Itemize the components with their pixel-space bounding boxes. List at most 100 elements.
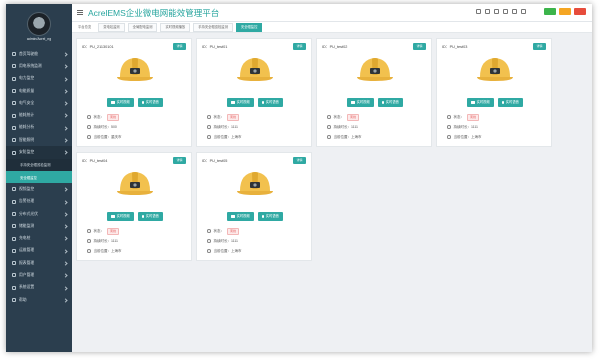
sidebar-item[interactable]: 智能照明: [6, 134, 72, 146]
chevron-icon: [63, 224, 68, 229]
duration-value: 1111: [231, 125, 239, 129]
live-video-button[interactable]: 实时视频: [467, 98, 494, 107]
tab[interactable]: 全局配电监测: [127, 22, 158, 32]
device-id: ID：PU_test04: [82, 159, 108, 163]
live-video-button[interactable]: 实时视频: [107, 98, 134, 107]
sidebar-item[interactable]: 手持安全帽巡检监测: [6, 158, 72, 171]
live-voice-button[interactable]: 实时语音: [257, 98, 283, 107]
tab[interactable]: 实时视频播放: [160, 22, 191, 32]
sidebar-item[interactable]: 能耗分析: [6, 122, 72, 134]
details-button[interactable]: 详情: [173, 157, 186, 164]
live-voice-button[interactable]: 实时语音: [257, 212, 283, 221]
sidebar-item[interactable]: 运维管理: [6, 245, 72, 257]
location-value: 上海市: [111, 248, 122, 253]
clock-icon: [87, 239, 91, 243]
sidebar-item[interactable]: 系统设置: [6, 282, 72, 294]
help-icon: [12, 298, 16, 303]
sidebar-item[interactable]: 安全帽监控: [6, 170, 72, 184]
chevron-icon: [63, 298, 68, 303]
sidebar-item-label: 智能照明: [19, 137, 35, 142]
avatar[interactable]: [27, 12, 51, 36]
tab[interactable]: 平台总览: [78, 24, 95, 31]
details-button[interactable]: 详情: [293, 43, 306, 50]
menu-toggle-icon[interactable]: [77, 10, 83, 16]
tab[interactable]: 变电站监测: [98, 22, 125, 32]
device-id: ID：PU_test05: [202, 159, 228, 163]
video-icon: [12, 187, 16, 192]
bolt-icon: [12, 76, 16, 81]
tab[interactable]: 手持安全帽巡检监测: [193, 22, 233, 32]
sidebar-item[interactable]: 首页驾驶舱: [6, 48, 72, 60]
alarm-icon: [12, 199, 16, 204]
sidebar-item-label: 能耗分析: [19, 125, 35, 130]
duration-value: 1111: [231, 239, 239, 243]
shirt-icon[interactable]: [521, 9, 526, 14]
fullscreen-icon[interactable]: [503, 9, 508, 14]
helmet-card: ID：PU_test02 详情 实时视频 实时语音 状态： 离线 持续时长： 1…: [316, 38, 432, 147]
tab[interactable]: 安全帽监控: [235, 22, 263, 32]
charger-icon: [12, 236, 16, 241]
details-button[interactable]: 详情: [173, 43, 186, 50]
device-id: ID：PU_test03: [442, 45, 468, 49]
sidebar-item[interactable]: 分布式光伏: [6, 208, 72, 220]
sidebar-item[interactable]: 电力监控: [6, 73, 72, 85]
live-voice-label: 实时语音: [145, 100, 159, 104]
sidebar-item[interactable]: 储能监测: [6, 220, 72, 232]
live-video-button[interactable]: 实时视频: [347, 98, 374, 107]
location-row: 当前位置： 重庆市: [87, 132, 122, 142]
duration-value: 500: [111, 125, 117, 129]
sidebar-item[interactable]: 视频监控: [6, 183, 72, 195]
sidebar-item[interactable]: 电气安全: [6, 97, 72, 109]
shield-icon: [12, 101, 16, 106]
live-voice-button[interactable]: 实时语音: [137, 98, 163, 107]
status-badge-orange[interactable]: [559, 8, 571, 15]
status-label: 状态：: [93, 114, 105, 119]
live-voice-label: 实时语音: [385, 100, 399, 104]
sidebar-item[interactable]: 能耗统计: [6, 109, 72, 121]
camera-icon: [12, 150, 16, 155]
location-value: 上海市: [471, 134, 482, 139]
live-video-button[interactable]: 实时视频: [107, 212, 134, 221]
helmet-camera-icon: [355, 55, 395, 87]
sidebar-item[interactable]: 安防监控: [6, 146, 72, 159]
chevron-icon: [63, 273, 68, 278]
details-button[interactable]: 详情: [533, 43, 546, 50]
status-badge-red[interactable]: [574, 8, 586, 15]
chevron-icon: [63, 212, 68, 217]
chevron-icon: [63, 286, 68, 291]
card-actions: 实时视频 实时语音: [197, 98, 313, 107]
sidebar-item[interactable]: 帮助: [6, 294, 72, 306]
live-video-button[interactable]: 实时视频: [227, 212, 254, 221]
refresh-icon[interactable]: [494, 9, 499, 14]
tab-bar: 平台总览 变电站监测 全局配电监测 实时视频播放 手持安全帽巡检监测 安全帽监控: [72, 22, 592, 33]
search-icon[interactable]: [485, 9, 490, 14]
sidebar-item[interactable]: 报表管理: [6, 257, 72, 269]
location-value: 上海市: [231, 248, 242, 253]
live-voice-button[interactable]: 实时语音: [137, 212, 163, 221]
details-button[interactable]: 详情: [293, 157, 306, 164]
sidebar-item[interactable]: 电能质量: [6, 85, 72, 97]
live-video-button[interactable]: 实时视频: [227, 98, 254, 107]
details-button[interactable]: 详情: [413, 43, 426, 50]
status-label: 状态：: [213, 114, 225, 119]
location-row: 当前位置： 上海市: [447, 132, 482, 142]
duration-label: 持续时长：: [453, 124, 472, 129]
live-voice-button[interactable]: 实时语音: [497, 98, 523, 107]
live-voice-label: 实时语音: [265, 100, 279, 104]
helmet-camera-icon: [115, 169, 155, 201]
chevron-icon: [63, 236, 68, 242]
clock-icon: [327, 125, 331, 129]
grid-icon[interactable]: [512, 9, 517, 14]
app-window: admin/Acrel_ng 首页驾驶舱 用电系统监测 电力监控 电能质量 电气安全 能耗…: [6, 4, 592, 352]
sidebar-item[interactable]: 告警处理: [6, 196, 72, 208]
status-badge-green[interactable]: [544, 8, 556, 15]
sidebar-item[interactable]: 用户管理: [6, 269, 72, 281]
user-icon: [12, 273, 16, 278]
sidebar-item[interactable]: 用电系统监测: [6, 60, 72, 72]
sidebar-item[interactable]: 充电桩: [6, 232, 72, 244]
live-voice-label: 实时语音: [505, 100, 519, 104]
live-voice-button[interactable]: 实时语音: [377, 98, 403, 107]
status-badge: 离线: [467, 113, 480, 121]
device-id: ID：PU_21130101: [82, 45, 114, 49]
print-icon[interactable]: [476, 9, 481, 14]
